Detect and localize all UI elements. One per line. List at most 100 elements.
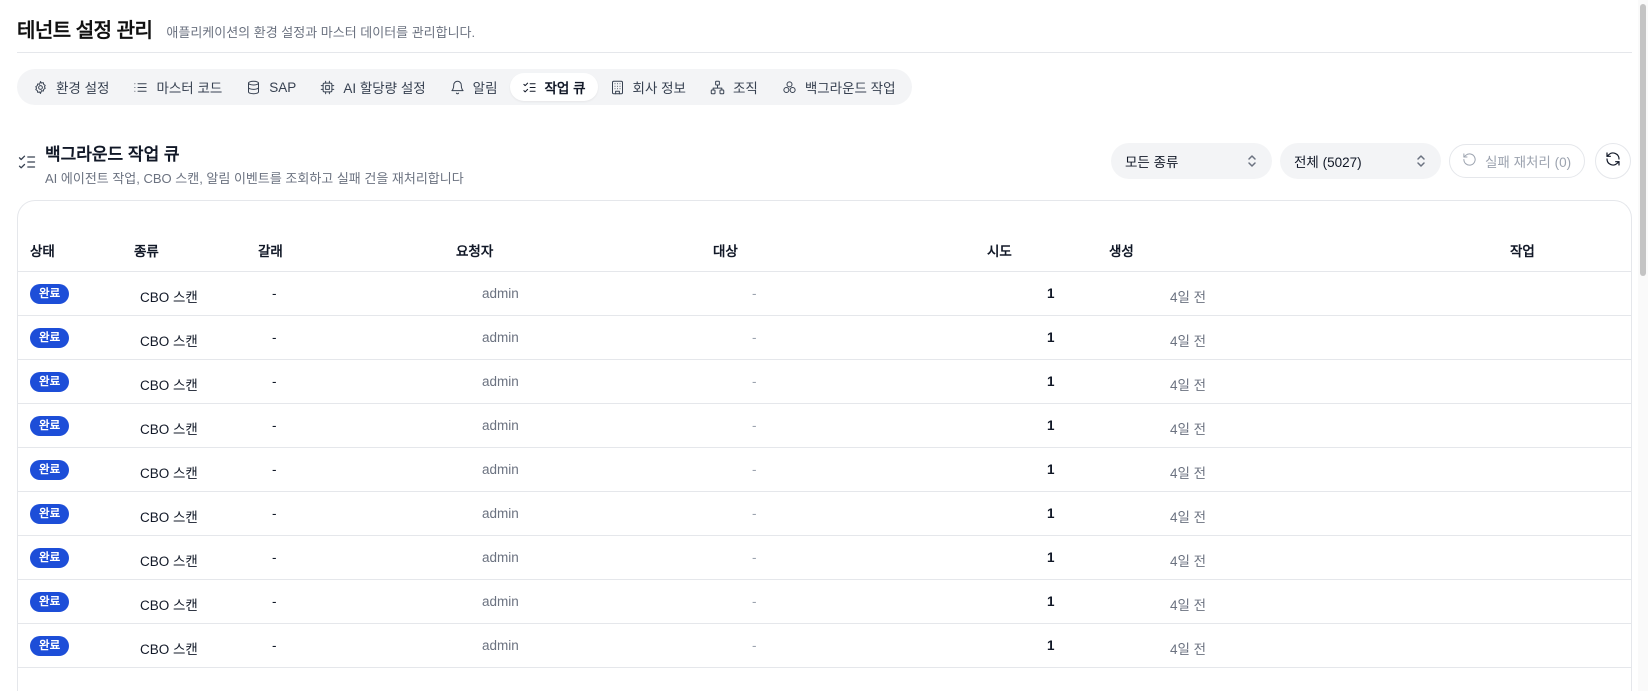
tab-label: 작업 큐: [544, 81, 586, 96]
cell-type: CBO 스캔: [140, 642, 198, 657]
status-filter-select[interactable]: 전체 (5027): [1280, 143, 1441, 179]
cell-requester: admin: [482, 462, 519, 477]
tab-company-info[interactable]: 회사 정보: [598, 73, 698, 101]
list-checks-icon: [522, 80, 537, 95]
cell-target: -: [752, 462, 757, 477]
tab-master-code[interactable]: 마스터 코드: [121, 73, 234, 101]
cell-requester: admin: [482, 374, 519, 389]
chevron-up-down-icon: [1415, 154, 1427, 168]
cell-branch: -: [272, 330, 277, 345]
table-row[interactable]: 완료 CBO 스캔 - admin - 1 4일 전: [18, 448, 1631, 492]
settings-page: 테넌트 설정 관리 애플리케이션의 환경 설정과 마스터 데이터를 관리합니다.…: [17, 0, 1632, 691]
cell-branch: -: [272, 418, 277, 433]
list-icon: [133, 80, 148, 95]
cell-created: 4일 전: [1170, 554, 1207, 569]
section-title: 백그라운드 작업 큐: [45, 145, 180, 164]
chevron-up-down-icon: [1246, 154, 1258, 168]
cell-branch: -: [272, 506, 277, 521]
tab-organization[interactable]: 조직: [698, 73, 770, 101]
cell-target: -: [752, 638, 757, 653]
cell-created: 4일 전: [1170, 334, 1207, 349]
table-row[interactable]: 완료 CBO 스캔 - admin - 1 4일 전: [18, 272, 1631, 316]
cell-created: 4일 전: [1170, 510, 1207, 525]
column-header-type: 종류: [134, 244, 159, 259]
cell-created: 4일 전: [1170, 598, 1207, 613]
page-subtitle: 애플리케이션의 환경 설정과 마스터 데이터를 관리합니다.: [166, 25, 476, 40]
cell-branch: -: [272, 462, 277, 477]
cell-type: CBO 스캔: [140, 378, 198, 393]
table-row[interactable]: 완료 CBO 스캔 - admin - 1 4일 전: [18, 316, 1631, 360]
cell-type: CBO 스캔: [140, 334, 198, 349]
refresh-icon: [1605, 151, 1621, 172]
cell-branch: -: [272, 638, 277, 653]
header-divider: [17, 52, 1632, 53]
cell-requester: admin: [482, 550, 519, 565]
cell-created: 4일 전: [1170, 422, 1207, 437]
retry-failed-button[interactable]: 실패 재처리 (0): [1449, 144, 1585, 178]
bell-icon: [450, 80, 465, 95]
cell-requester: admin: [482, 594, 519, 609]
table-row[interactable]: 완료 CBO 스캔 - admin - 1 4일 전: [18, 360, 1631, 404]
refresh-button[interactable]: [1595, 143, 1631, 179]
cell-target: -: [752, 418, 757, 433]
cell-target: -: [752, 506, 757, 521]
cell-requester: admin: [482, 330, 519, 345]
cell-type: CBO 스캔: [140, 554, 198, 569]
cell-created: 4일 전: [1170, 642, 1207, 657]
type-filter-select[interactable]: 모든 종류: [1111, 143, 1272, 179]
status-badge: 완료: [30, 372, 70, 392]
cogs-icon: [782, 80, 797, 95]
cell-requester: admin: [482, 506, 519, 521]
cell-target: -: [752, 374, 757, 389]
cell-branch: -: [272, 286, 277, 301]
section-description: AI 에이전트 작업, CBO 스캔, 알림 이벤트를 조회하고 실패 건을 재…: [45, 171, 464, 186]
cell-target: -: [752, 550, 757, 565]
cell-type: CBO 스캔: [140, 290, 198, 305]
status-badge: 완료: [30, 284, 70, 304]
column-header-target: 대상: [713, 244, 738, 259]
status-badge: 완료: [30, 636, 70, 656]
tab-label: 알림: [472, 81, 498, 96]
status-filter-value: 전체 (5027): [1294, 155, 1362, 170]
table-row[interactable]: 완료 CBO 스캔 - admin - 1 4일 전: [18, 404, 1631, 448]
status-badge: 완료: [30, 416, 70, 436]
cell-attempts: 1: [1047, 462, 1055, 477]
status-badge: 완료: [30, 460, 70, 480]
cell-target: -: [752, 594, 757, 609]
page-scrollbar[interactable]: [1638, 0, 1648, 691]
cell-attempts: 1: [1047, 506, 1055, 521]
cell-type: CBO 스캔: [140, 466, 198, 481]
tab-label: 백그라운드 작업: [804, 81, 896, 96]
type-filter-value: 모든 종류: [1125, 155, 1179, 170]
tab-sap[interactable]: SAP: [234, 73, 308, 101]
table-header: 상태 종류 갈래 요청자 대상 시도 생성 작업: [18, 201, 1631, 272]
cell-requester: admin: [482, 418, 519, 433]
cell-created: 4일 전: [1170, 290, 1207, 305]
cell-branch: -: [272, 550, 277, 565]
tab-ai-quota-settings[interactable]: AI 할당량 설정: [308, 73, 437, 101]
column-header-attempts: 시도: [987, 244, 1012, 259]
tab-label: SAP: [269, 79, 297, 95]
table-row[interactable]: 완료 CBO 스캔 - admin - 1 4일 전: [18, 492, 1631, 536]
cell-attempts: 1: [1047, 374, 1055, 389]
status-badge: 완료: [30, 548, 70, 568]
cell-attempts: 1: [1047, 330, 1055, 345]
cell-attempts: 1: [1047, 638, 1055, 653]
column-header-requester: 요청자: [456, 244, 494, 259]
cell-attempts: 1: [1047, 594, 1055, 609]
tab-notifications[interactable]: 알림: [438, 73, 510, 101]
page-header: 테넌트 설정 관리 애플리케이션의 환경 설정과 마스터 데이터를 관리합니다.: [17, 14, 475, 44]
table-row[interactable]: 완료 CBO 스캔 - admin - 1 4일 전: [18, 536, 1631, 580]
gear-icon: [33, 80, 48, 95]
cell-created: 4일 전: [1170, 378, 1207, 393]
tab-label: 조직: [732, 81, 758, 96]
table-row[interactable]: 완료 CBO 스캔 - admin - 1 4일 전: [18, 580, 1631, 624]
cell-attempts: 1: [1047, 286, 1055, 301]
tab-background-jobs[interactable]: 백그라운드 작업: [770, 73, 908, 101]
scrollbar-thumb[interactable]: [1640, 4, 1646, 276]
list-checks-icon: [17, 152, 37, 172]
status-badge: 완료: [30, 592, 70, 612]
table-row[interactable]: 완료 CBO 스캔 - admin - 1 4일 전: [18, 624, 1631, 668]
tab-environment-settings[interactable]: 환경 설정: [21, 73, 121, 101]
tab-job-queue[interactable]: 작업 큐: [509, 73, 598, 101]
